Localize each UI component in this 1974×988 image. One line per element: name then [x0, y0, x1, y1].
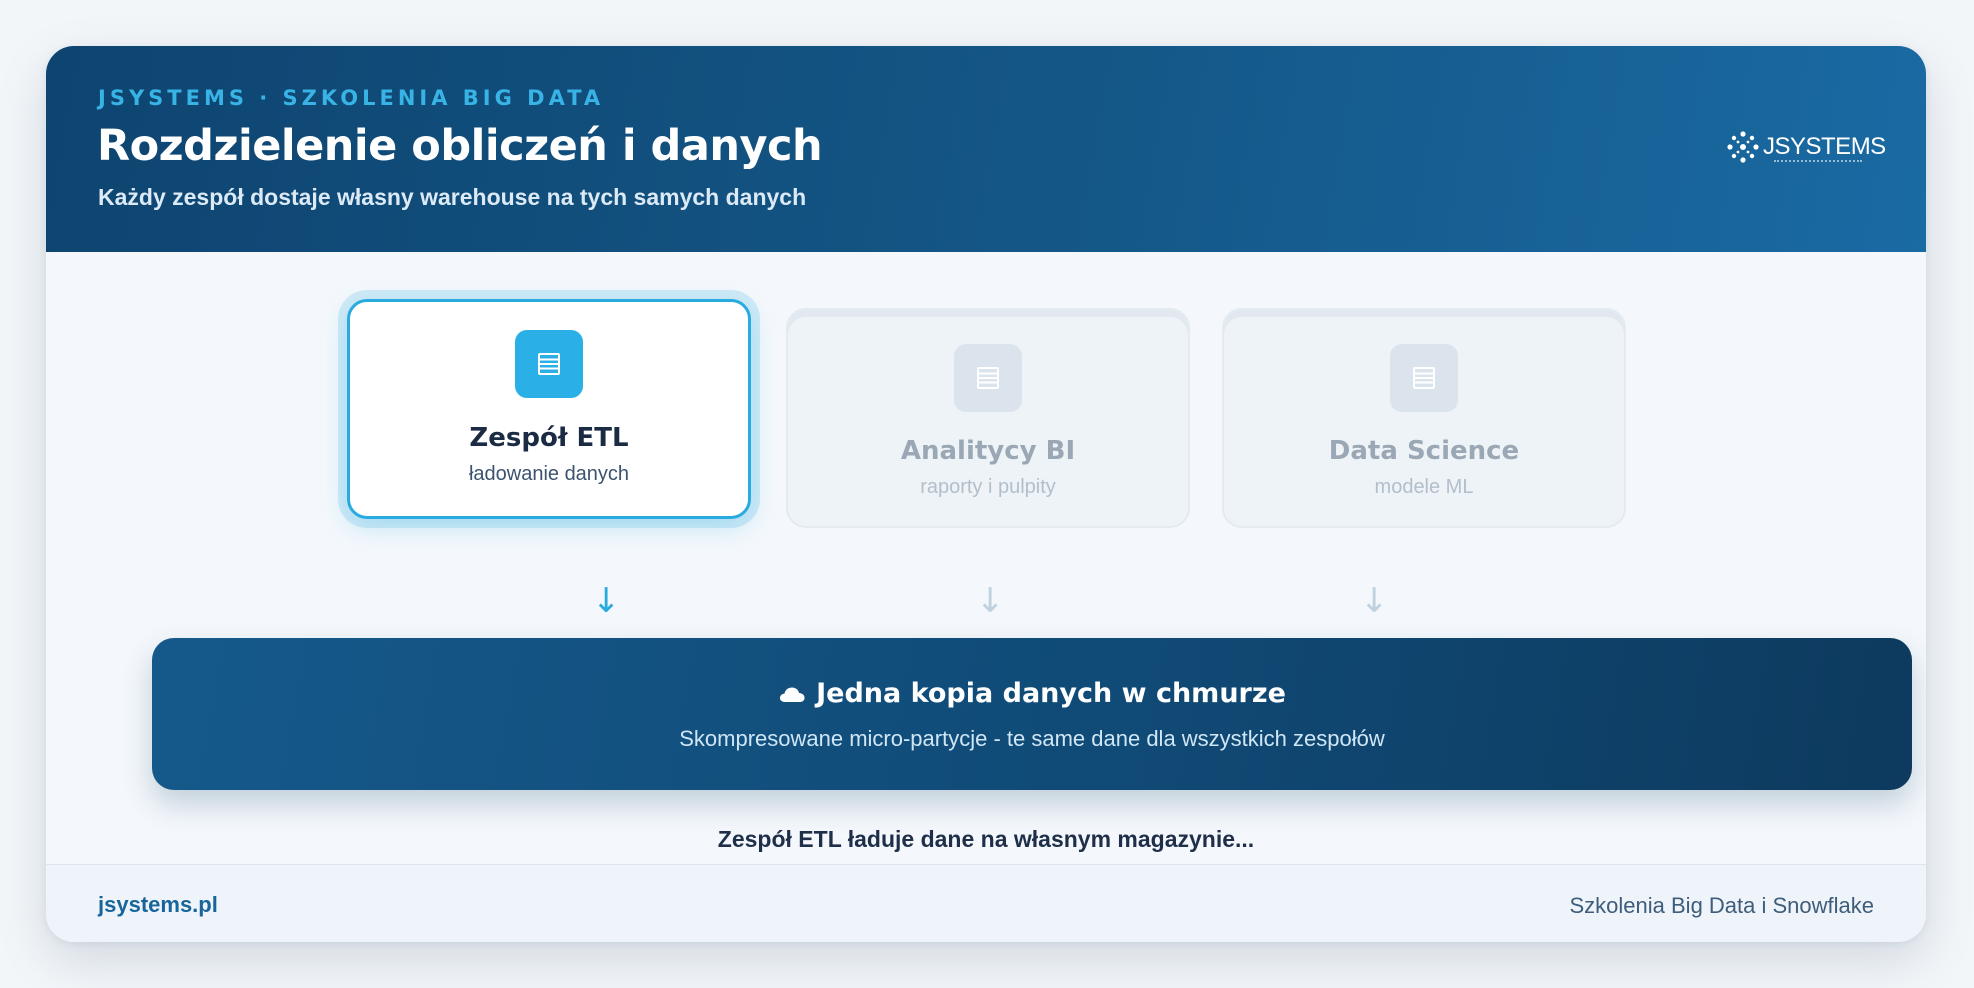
team-description: raporty i pulpity: [920, 476, 1056, 498]
arrow-down-icon: ↓: [592, 581, 621, 621]
arrow-down-icon: ↓: [1360, 581, 1389, 621]
jsystems-logo: JSYSTEMS: [1726, 130, 1886, 164]
footer-site-link[interactable]: jsystems.pl: [98, 892, 218, 918]
team-card-etl[interactable]: Zespół ETL ładowanie danych: [347, 299, 751, 519]
step-caption: Zespół ETL ładuje dane na własnym magazy…: [717, 826, 1255, 852]
shared-storage-panel: Jedna kopia danych w chmurze Skompresowa…: [152, 638, 1912, 790]
slide-card: JSYSTEMS · SZKOLENIA BIG DATA Rozdzielen…: [46, 46, 1926, 942]
team-name: Analitycy BI: [900, 436, 1076, 466]
database-icon: [515, 330, 583, 398]
logo-tagline-decoration: [1774, 160, 1862, 163]
page-subtitle: Każdy zespół dostaje własny warehouse na…: [98, 184, 807, 210]
team-name: Zespół ETL: [469, 423, 629, 453]
database-icon: [954, 344, 1022, 412]
logo-text: JSYSTEMS: [1763, 133, 1886, 160]
arrow-down-icon: ↓: [976, 581, 1005, 621]
database-icon: [1390, 344, 1458, 412]
cloud-icon: [780, 687, 805, 702]
team-card-bi[interactable]: Analitycy BI raporty i pulpity: [786, 308, 1190, 528]
footer-tagline: Szkolenia Big Data i Snowflake: [1569, 893, 1875, 918]
page-title: Rozdzielenie obliczeń i danych: [97, 121, 823, 171]
storage-title: Jedna kopia danych w chmurze: [816, 678, 1286, 709]
team-card-data-science[interactable]: Data Science modele ML: [1222, 308, 1626, 528]
storage-subtitle: Skompresowane micro-partycje - te same d…: [679, 726, 1385, 751]
team-name: Data Science: [1328, 436, 1520, 466]
team-description: modele ML: [1374, 476, 1474, 498]
header-banner: JSYSTEMS · SZKOLENIA BIG DATA Rozdzielen…: [46, 46, 1926, 252]
eyebrow-label: JSYSTEMS · SZKOLENIA BIG DATA: [98, 86, 605, 110]
logo-dots-icon: [1727, 131, 1759, 163]
storage-title-row: Jedna kopia danych w chmurze: [152, 678, 1912, 709]
footer-bar: jsystems.pl Szkolenia Big Data i Snowfla…: [46, 864, 1926, 942]
team-description: ładowanie danych: [468, 463, 630, 485]
